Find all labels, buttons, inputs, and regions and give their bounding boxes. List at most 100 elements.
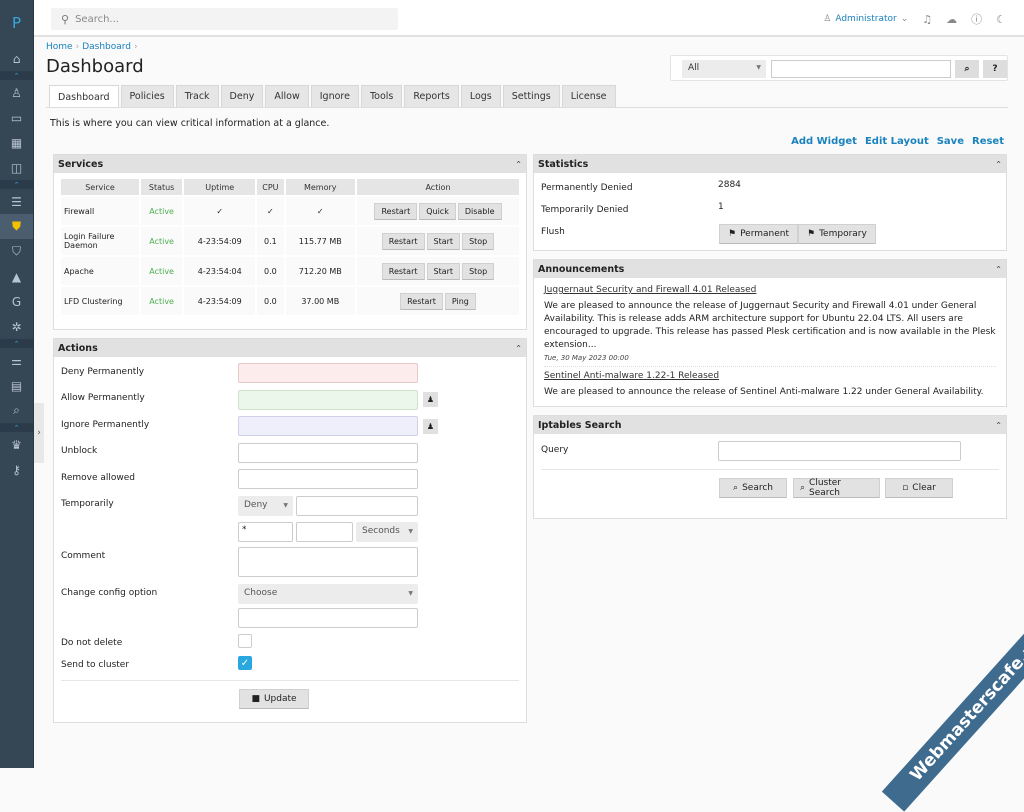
save-link[interactable]: Save (937, 136, 964, 147)
sidebar-item[interactable]: ◫ (0, 155, 33, 180)
reset-link[interactable]: Reset (972, 136, 1004, 147)
start-button[interactable]: Start (426, 232, 461, 250)
search-scope-select[interactable]: All ▼ (682, 60, 766, 78)
sidebar-item[interactable]: ⛊ (0, 214, 33, 239)
user-menu[interactable]: ♙ Administrator ⌄ (823, 14, 908, 24)
tab-policies[interactable]: Policies (120, 85, 174, 107)
flush-temporary-button[interactable]: ⚑ Temporary (798, 224, 876, 244)
announcement-title-link[interactable]: Juggernaut Security and Firewall 4.01 Re… (544, 285, 996, 295)
do-not-delete-checkbox[interactable] (238, 634, 252, 648)
tab-license[interactable]: License (561, 85, 616, 107)
global-search-box[interactable]: ⚲ Search... (51, 8, 398, 30)
cell-memory: ✓ (285, 197, 355, 225)
sidebar-item[interactable]: ⚌ (0, 348, 33, 373)
notifications-icon[interactable]: ♫ (922, 13, 932, 26)
tab-ignore[interactable]: Ignore (310, 85, 359, 107)
tab-reports[interactable]: Reports (404, 85, 459, 107)
extension-search-button[interactable]: ⌕ (955, 60, 979, 78)
allow-permanently-input[interactable] (238, 390, 418, 410)
restart-button[interactable]: Restart (381, 262, 425, 280)
collapse-icon[interactable]: ⌃ (995, 160, 1002, 169)
collapse-icon[interactable]: ⌃ (515, 344, 522, 353)
stop-button[interactable]: Stop (462, 232, 495, 250)
dark-mode-icon[interactable]: ☾ (996, 13, 1006, 26)
help-button[interactable]: ? (983, 60, 1007, 78)
sidebar-item[interactable]: ⚷ (0, 457, 33, 482)
unblock-input[interactable] (238, 443, 418, 463)
temp-unit-select[interactable]: Seconds ▼ (356, 522, 418, 542)
sidebar-item[interactable]: ⌕ (0, 398, 33, 423)
config-value-input[interactable] (238, 608, 418, 628)
sidebar-item[interactable]: ⌂ (0, 46, 33, 71)
send-to-cluster-checkbox[interactable]: ✓ (238, 656, 252, 670)
temp-mode-select[interactable]: Deny ▼ (238, 496, 293, 516)
config-option-select[interactable]: Choose ▼ (238, 584, 418, 604)
tab-track[interactable]: Track (175, 85, 219, 107)
temp-port-input[interactable]: * (238, 522, 293, 542)
temp-denied-value: 1 (718, 202, 724, 212)
tab-settings[interactable]: Settings (502, 85, 560, 107)
remove-allowed-input[interactable] (238, 469, 418, 489)
search-button[interactable]: ⌕ Search (719, 478, 787, 498)
edit-layout-link[interactable]: Edit Layout (865, 136, 929, 147)
sidebar-section-toggle[interactable]: ⌃ (0, 339, 33, 348)
sidebar-item[interactable]: ♙ (0, 80, 33, 105)
update-button[interactable]: ■ Update (239, 689, 309, 709)
query-input[interactable] (718, 441, 961, 461)
allow-user-button[interactable]: ♟ (423, 392, 438, 407)
deny-permanently-input[interactable] (238, 363, 418, 383)
tab-dashboard[interactable]: Dashboard (49, 85, 119, 108)
sidebar-item[interactable]: ▤ (0, 373, 33, 398)
iptables-header[interactable]: Iptables Search ⌃ (534, 416, 1006, 434)
sidebar-item[interactable]: ☰ (0, 189, 33, 214)
breadcrumb-dashboard[interactable]: Dashboard (82, 42, 131, 52)
sidebar-expand-handle[interactable]: › (34, 403, 44, 463)
user-icon: ♟ (426, 395, 435, 404)
comment-textarea[interactable] (238, 547, 418, 577)
sidebar-item[interactable]: ▲ (0, 264, 33, 289)
cluster-search-button[interactable]: ⌕ Cluster Search (793, 478, 880, 498)
restart-button[interactable]: Restart (381, 232, 425, 250)
ignore-permanently-input[interactable] (238, 416, 418, 436)
restart-button[interactable]: Restart (374, 202, 418, 220)
sidebar-section-toggle[interactable]: ⌃ (0, 423, 33, 432)
disable-button[interactable]: Disable (457, 202, 502, 220)
collapse-icon[interactable]: ⌃ (995, 265, 1002, 274)
flush-permanent-button[interactable]: ⚑ Permanent (719, 224, 799, 244)
temp-duration-input[interactable] (296, 522, 353, 542)
temp-ip-input[interactable] (296, 496, 418, 516)
plesk-logo[interactable]: P (0, 0, 33, 46)
cloud-off-icon[interactable]: ☁ (946, 13, 957, 26)
announcements-header[interactable]: Announcements ⌃ (534, 260, 1006, 278)
ping-button[interactable]: Ping (444, 292, 476, 310)
column-header: CPU (257, 179, 284, 195)
sidebar-item[interactable]: ▦ (0, 130, 33, 155)
statistics-header[interactable]: Statistics ⌃ (534, 155, 1006, 173)
collapse-icon[interactable]: ⌃ (515, 160, 522, 169)
start-button[interactable]: Start (426, 262, 461, 280)
sidebar-item[interactable]: ⛉ (0, 239, 33, 264)
announcement-title-link[interactable]: Sentinel Anti-malware 1.22-1 Released (544, 371, 996, 381)
clear-button[interactable]: ▫ Clear (885, 478, 953, 498)
collapse-icon[interactable]: ⌃ (995, 421, 1002, 430)
extension-search-input[interactable] (771, 60, 951, 78)
add-widget-link[interactable]: Add Widget (791, 136, 857, 147)
tab-tools[interactable]: Tools (360, 85, 403, 107)
restart-button[interactable]: Restart (400, 292, 443, 310)
quick-button[interactable]: Quick (419, 202, 456, 220)
sidebar-item[interactable]: ▭ (0, 105, 33, 130)
help-icon[interactable]: ⓘ (971, 11, 982, 27)
sidebar-item[interactable]: ♛ (0, 432, 33, 457)
stop-button[interactable]: Stop (462, 262, 495, 280)
sidebar-section-toggle[interactable]: ⌃ (0, 71, 33, 80)
sidebar-section-toggle[interactable]: ⌃ (0, 180, 33, 189)
services-header[interactable]: Services ⌃ (54, 155, 526, 173)
sidebar-item[interactable]: G (0, 289, 33, 314)
sidebar-item[interactable]: ✲ (0, 314, 33, 339)
breadcrumb-home[interactable]: Home (46, 42, 73, 52)
tab-logs[interactable]: Logs (460, 85, 501, 107)
actions-header[interactable]: Actions ⌃ (54, 339, 526, 357)
tab-allow[interactable]: Allow (265, 85, 309, 107)
tab-deny[interactable]: Deny (220, 85, 264, 107)
ignore-user-button[interactable]: ♟ (423, 419, 438, 434)
